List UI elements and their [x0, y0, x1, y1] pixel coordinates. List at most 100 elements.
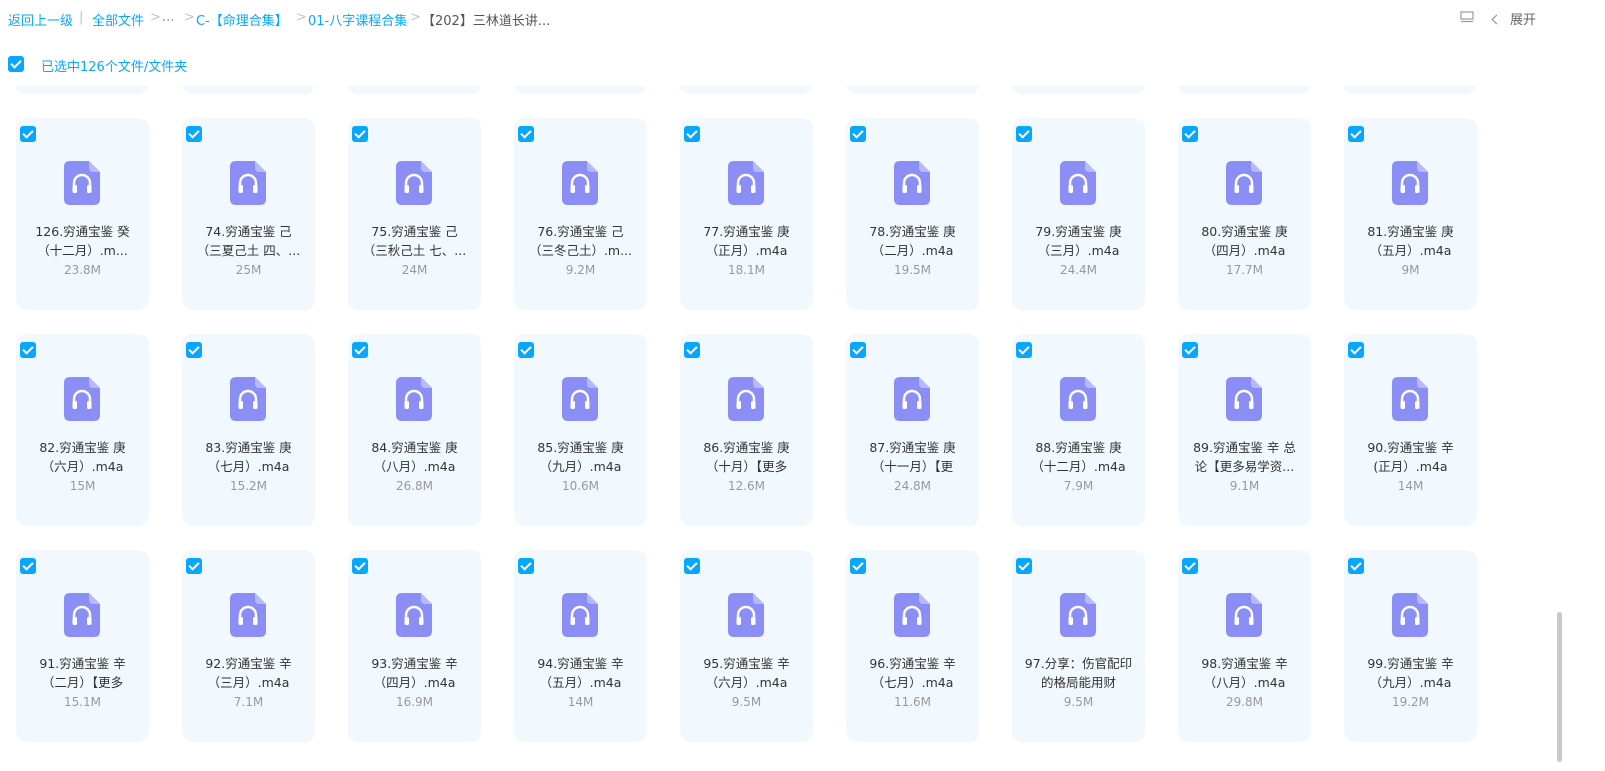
- select-all-checkbox[interactable]: [8, 56, 24, 72]
- file-size: 9.1M: [1229, 479, 1260, 493]
- file-card[interactable]: 83.穷通宝鉴 庚 （七月）.m4a 15.2M: [182, 334, 315, 526]
- file-size: 23.8M: [63, 263, 102, 277]
- breadcrumb-item-level1[interactable]: C-【命理合集】: [196, 10, 288, 29]
- file-checkbox[interactable]: [518, 342, 534, 358]
- file-checkbox[interactable]: [1348, 126, 1364, 142]
- file-checkbox[interactable]: [1182, 342, 1198, 358]
- breadcrumb-separator: >: [410, 10, 421, 25]
- file-name-line2: （二月）【更多: [41, 675, 124, 690]
- file-checkbox[interactable]: [518, 558, 534, 574]
- file-card-partial[interactable]: [1178, 86, 1311, 94]
- file-name-line2: （正月）.m4a: [705, 243, 788, 258]
- file-card-partial[interactable]: [348, 86, 481, 94]
- file-checkbox[interactable]: [684, 558, 700, 574]
- file-name-line1: 95.穷通宝鉴 辛: [703, 656, 790, 671]
- file-card[interactable]: 89.穷通宝鉴 辛 总论【更多易学资... 9.1M: [1178, 334, 1311, 526]
- file-name-line1: 94.穷通宝鉴 辛: [537, 656, 624, 671]
- file-card[interactable]: 93.穷通宝鉴 辛 （四月）.m4a 16.9M: [348, 550, 481, 742]
- file-card[interactable]: 77.穷通宝鉴 庚 （正月）.m4a 18.1M: [680, 118, 813, 310]
- file-checkbox[interactable]: [186, 126, 202, 142]
- breadcrumb-item-level2[interactable]: 01-八字课程合集: [308, 10, 407, 29]
- audio-file-icon: [1392, 593, 1428, 637]
- file-checkbox[interactable]: [850, 126, 866, 142]
- file-card[interactable]: 80.穷通宝鉴 庚 （四月）.m4a 17.7M: [1178, 118, 1311, 310]
- file-name-line2: （七月）.m4a: [871, 675, 954, 690]
- audio-file-icon: [1060, 377, 1096, 421]
- file-card[interactable]: 88.穷通宝鉴 庚 （十二月）.m4a 7.9M: [1012, 334, 1145, 526]
- file-checkbox[interactable]: [20, 558, 36, 574]
- file-checkbox[interactable]: [20, 342, 36, 358]
- scrollbar-thumb[interactable]: [1557, 612, 1562, 762]
- file-card[interactable]: 85.穷通宝鉴 庚 （九月）.m4a 10.6M: [514, 334, 647, 526]
- file-size: 14M: [1397, 479, 1424, 493]
- file-name: 79.穷通宝鉴 庚 （三月）.m4a: [1016, 222, 1141, 260]
- file-size: 16.9M: [395, 695, 434, 709]
- file-card[interactable]: 91.穷通宝鉴 辛 （二月）【更多 15.1M: [16, 550, 149, 742]
- file-card-partial[interactable]: [1012, 86, 1145, 94]
- file-card[interactable]: 92.穷通宝鉴 辛 （三月）.m4a 7.1M: [182, 550, 315, 742]
- file-card[interactable]: 86.穷通宝鉴 庚 （十月）【更多 12.6M: [680, 334, 813, 526]
- file-card-partial[interactable]: [1344, 86, 1477, 94]
- file-checkbox[interactable]: [850, 558, 866, 574]
- file-card[interactable]: 97.分享：伤官配印 的格局能用财 9.5M: [1012, 550, 1145, 742]
- breadcrumb-ellipsis[interactable]: ...: [162, 10, 174, 25]
- file-card[interactable]: 99.穷通宝鉴 辛 （九月）.m4a 19.2M: [1344, 550, 1477, 742]
- file-card[interactable]: 74.穷通宝鉴 己 （三夏己土 四、... 25M: [182, 118, 315, 310]
- file-checkbox[interactable]: [1348, 342, 1364, 358]
- file-card[interactable]: 95.穷通宝鉴 辛 （六月）.m4a 9.5M: [680, 550, 813, 742]
- file-card[interactable]: 84.穷通宝鉴 庚 （八月）.m4a 26.8M: [348, 334, 481, 526]
- breadcrumb: 返回上一级 | 全部文件 > ... > C-【命理合集】 > 01-八字课程合…: [0, 0, 1605, 36]
- file-checkbox[interactable]: [1182, 126, 1198, 142]
- file-size: 15.2M: [229, 479, 268, 493]
- file-checkbox[interactable]: [1016, 126, 1032, 142]
- file-name-line1: 93.穷通宝鉴 辛: [371, 656, 458, 671]
- file-checkbox[interactable]: [518, 126, 534, 142]
- file-checkbox[interactable]: [850, 342, 866, 358]
- file-card[interactable]: 94.穷通宝鉴 辛 （五月）.m4a 14M: [514, 550, 647, 742]
- file-card[interactable]: 126.穷通宝鉴 癸 （十二月）.m... 23.8M: [16, 118, 149, 310]
- file-card-partial[interactable]: [846, 86, 979, 94]
- file-card[interactable]: 81.穷通宝鉴 庚 （五月）.m4a 9M: [1344, 118, 1477, 310]
- file-card[interactable]: 98.穷通宝鉴 辛 （八月）.m4a 29.8M: [1178, 550, 1311, 742]
- file-checkbox[interactable]: [20, 126, 36, 142]
- audio-file-icon: [1226, 593, 1262, 637]
- file-name-line2: （八月）.m4a: [1203, 675, 1286, 690]
- file-name-line1: 82.穷通宝鉴 庚: [39, 440, 126, 455]
- file-checkbox[interactable]: [684, 342, 700, 358]
- audio-file-icon: [396, 377, 432, 421]
- file-card[interactable]: 82.穷通宝鉴 庚 （六月）.m4a 15M: [16, 334, 149, 526]
- file-size: 26.8M: [395, 479, 434, 493]
- file-name-line1: 77.穷通宝鉴 庚: [703, 224, 790, 239]
- file-card[interactable]: 75.穷通宝鉴 己 （三秋己土 七、... 24M: [348, 118, 481, 310]
- file-card[interactable]: 90.穷通宝鉴 辛 (正月）.m4a 14M: [1344, 334, 1477, 526]
- file-card[interactable]: 78.穷通宝鉴 庚 （二月）.m4a 19.5M: [846, 118, 979, 310]
- expand-button[interactable]: 展开: [1491, 9, 1536, 28]
- file-card-partial[interactable]: [16, 86, 149, 94]
- file-checkbox[interactable]: [186, 558, 202, 574]
- file-checkbox[interactable]: [1016, 342, 1032, 358]
- file-card[interactable]: 96.穷通宝鉴 辛 （七月）.m4a 11.6M: [846, 550, 979, 742]
- file-card[interactable]: 79.穷通宝鉴 庚 （三月）.m4a 24.4M: [1012, 118, 1145, 310]
- file-name: 92.穷通宝鉴 辛 （三月）.m4a: [186, 654, 311, 692]
- file-card[interactable]: 76.穷通宝鉴 己 （三冬己土）.m... 9.2M: [514, 118, 647, 310]
- file-name-line2: （三月）.m4a: [207, 675, 290, 690]
- file-checkbox[interactable]: [352, 342, 368, 358]
- file-checkbox[interactable]: [1348, 558, 1364, 574]
- file-card-partial[interactable]: [680, 86, 813, 94]
- file-checkbox[interactable]: [352, 558, 368, 574]
- breadcrumb-root-link[interactable]: 全部文件: [92, 10, 144, 29]
- file-card-partial[interactable]: [514, 86, 647, 94]
- back-link[interactable]: 返回上一级: [8, 10, 73, 29]
- list-view-icon[interactable]: [1460, 11, 1474, 24]
- file-name: 93.穷通宝鉴 辛 （四月）.m4a: [352, 654, 477, 692]
- file-checkbox[interactable]: [684, 126, 700, 142]
- file-name-line1: 81.穷通宝鉴 庚: [1367, 224, 1454, 239]
- file-card-partial[interactable]: [182, 86, 315, 94]
- file-checkbox[interactable]: [352, 126, 368, 142]
- audio-file-icon: [894, 161, 930, 205]
- file-checkbox[interactable]: [186, 342, 202, 358]
- file-name-line2: （三夏己土 四、...: [196, 243, 301, 258]
- file-checkbox[interactable]: [1182, 558, 1198, 574]
- file-checkbox[interactable]: [1016, 558, 1032, 574]
- file-card[interactable]: 87.穷通宝鉴 庚 （十一月）【更 24.8M: [846, 334, 979, 526]
